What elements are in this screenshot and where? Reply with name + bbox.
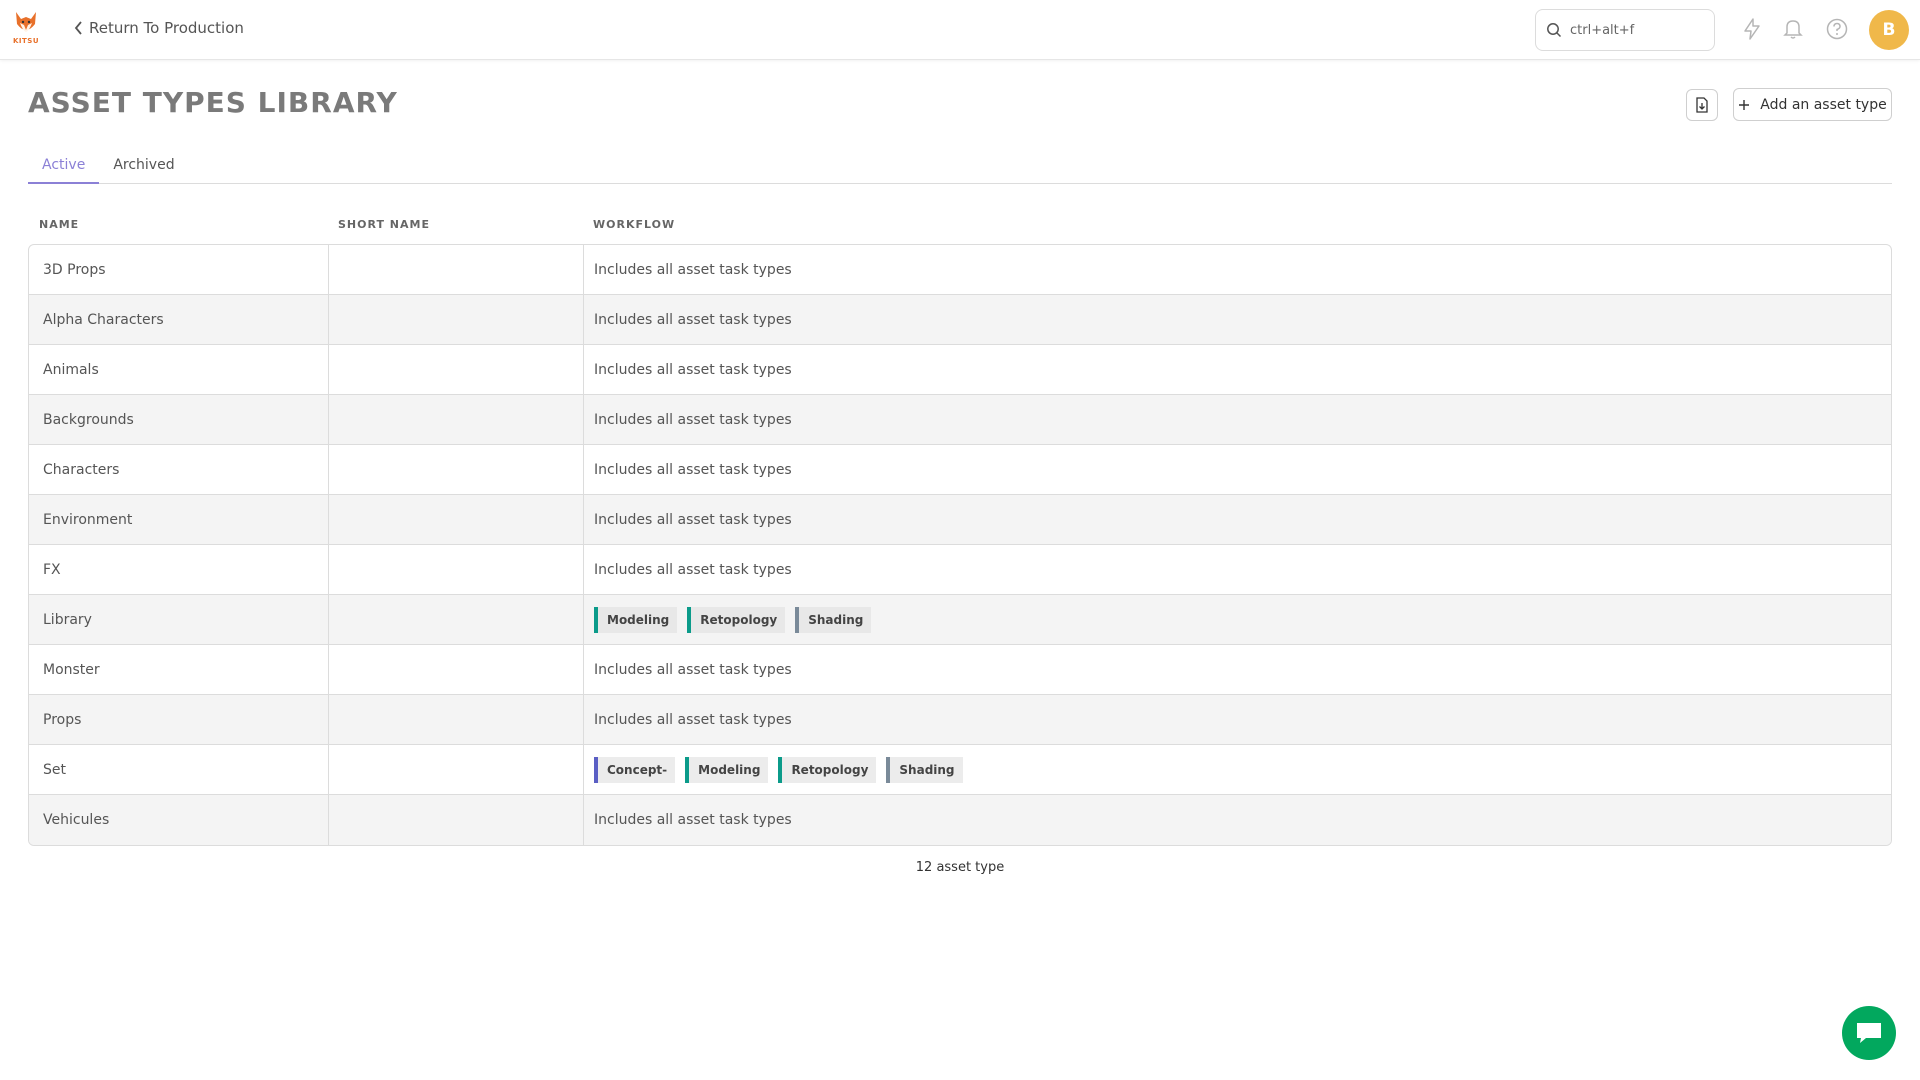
- column-header-short-name[interactable]: SHORT NAME: [338, 218, 430, 231]
- asset-type-workflow: Includes all asset task types: [584, 295, 1891, 344]
- asset-type-short-name: [329, 545, 584, 594]
- workflow-text: Includes all asset task types: [594, 361, 792, 378]
- chat-icon: [1857, 1023, 1881, 1043]
- workflow-text: Includes all asset task types: [594, 461, 792, 478]
- column-header-name[interactable]: NAME: [39, 218, 79, 231]
- global-search[interactable]: [1535, 9, 1715, 51]
- asset-type-short-name: [329, 645, 584, 694]
- asset-type-short-name: [329, 745, 584, 794]
- asset-type-name: Animals: [29, 345, 329, 394]
- task-type-chip: Retopology: [687, 606, 786, 633]
- plus-icon: [1739, 99, 1750, 110]
- table-row[interactable]: Monster Includes all asset task types: [29, 645, 1891, 695]
- asset-type-name: Backgrounds: [29, 395, 329, 444]
- table-row[interactable]: Library Modeling Retopology Shading: [29, 595, 1891, 645]
- notifications-bell-icon[interactable]: [1780, 16, 1806, 42]
- search-input[interactable]: [1570, 22, 1700, 38]
- asset-type-workflow: Includes all asset task types: [584, 445, 1891, 494]
- table-row[interactable]: FX Includes all asset task types: [29, 545, 1891, 595]
- top-bar: KITSU Return To Production B: [0, 0, 1920, 60]
- add-asset-type-label: Add an asset type: [1760, 96, 1887, 113]
- table-row[interactable]: Set Concept- Modeling Retopology Shading: [29, 745, 1891, 795]
- asset-type-name: 3D Props: [29, 245, 329, 294]
- chevron-left-icon: [74, 21, 82, 35]
- workflow-text: Includes all asset task types: [594, 812, 792, 828]
- table-row[interactable]: Environment Includes all asset task types: [29, 495, 1891, 545]
- workflow-text: Includes all asset task types: [594, 561, 792, 578]
- logo-text: KITSU: [12, 37, 40, 45]
- task-type-chip: Shading: [886, 756, 963, 783]
- asset-type-name: FX: [29, 545, 329, 594]
- asset-type-short-name: [329, 245, 584, 294]
- workflow-text: Includes all asset task types: [594, 261, 792, 278]
- export-button[interactable]: [1686, 89, 1718, 121]
- asset-type-short-name: [329, 495, 584, 544]
- asset-type-short-name: [329, 395, 584, 444]
- asset-type-workflow: Modeling Retopology Shading: [584, 595, 1891, 644]
- help-icon[interactable]: [1824, 16, 1850, 42]
- task-type-chip: Modeling: [685, 756, 769, 783]
- workflow-text: Includes all asset task types: [594, 311, 792, 328]
- table-row[interactable]: Props Includes all asset task types: [29, 695, 1891, 745]
- table-row[interactable]: Animals Includes all asset task types: [29, 345, 1891, 395]
- asset-type-short-name: [329, 295, 584, 344]
- table-row[interactable]: Alpha Characters Includes all asset task …: [29, 295, 1891, 345]
- workflow-text: Includes all asset task types: [594, 511, 792, 528]
- asset-type-workflow: Includes all asset task types: [584, 495, 1891, 544]
- asset-type-name: Set: [29, 745, 329, 794]
- tab-archived[interactable]: Archived: [99, 152, 188, 184]
- asset-type-workflow: Includes all asset task types: [584, 545, 1891, 594]
- task-type-chip: Shading: [795, 606, 872, 633]
- add-asset-type-button[interactable]: Add an asset type: [1733, 88, 1892, 121]
- asset-type-short-name: [329, 445, 584, 494]
- task-type-chip: Modeling: [594, 606, 678, 633]
- asset-type-name: Environment: [29, 495, 329, 544]
- asset-type-short-name: [329, 795, 584, 845]
- asset-type-name: Characters: [29, 445, 329, 494]
- asset-type-short-name: [329, 345, 584, 394]
- asset-type-name: Props: [29, 695, 329, 744]
- column-header-workflow[interactable]: WORKFLOW: [593, 218, 675, 231]
- asset-type-name: Monster: [29, 645, 329, 694]
- asset-type-count: 12 asset type: [915, 860, 1005, 875]
- task-type-chip: Retopology: [778, 756, 877, 783]
- fox-logo-icon: [16, 12, 36, 32]
- chat-button[interactable]: [1842, 1006, 1896, 1060]
- kitsu-logo[interactable]: KITSU: [12, 10, 40, 50]
- return-to-production-link[interactable]: Return To Production: [74, 19, 244, 37]
- tabs: Active Archived: [28, 152, 1892, 184]
- download-file-icon: [1696, 97, 1708, 113]
- table-row[interactable]: Vehicules Includes all asset task types: [29, 795, 1891, 845]
- workflow-text: Includes all asset task types: [594, 661, 792, 678]
- table-row[interactable]: Backgrounds Includes all asset task types: [29, 395, 1891, 445]
- asset-type-workflow: Includes all asset task types: [584, 395, 1891, 444]
- asset-type-workflow: Includes all asset task types: [584, 345, 1891, 394]
- asset-type-workflow: Includes all asset task types: [584, 645, 1891, 694]
- asset-type-short-name: [329, 695, 584, 744]
- tab-active[interactable]: Active: [28, 152, 100, 184]
- asset-type-workflow: Includes all asset task types: [584, 245, 1891, 294]
- table-row[interactable]: 3D Props Includes all asset task types: [29, 245, 1891, 295]
- workflow-text: Includes all asset task types: [594, 711, 792, 728]
- task-type-chip: Concept-: [594, 756, 676, 783]
- asset-type-name: Vehicules: [29, 795, 329, 845]
- return-to-production-label: Return To Production: [89, 19, 244, 37]
- workflow-text: Includes all asset task types: [594, 411, 792, 428]
- user-avatar[interactable]: B: [1869, 10, 1909, 50]
- asset-type-name: Alpha Characters: [29, 295, 329, 344]
- asset-type-workflow: Includes all asset task types: [584, 795, 1891, 845]
- table-row[interactable]: Characters Includes all asset task types: [29, 445, 1891, 495]
- asset-type-workflow: Includes all asset task types: [584, 695, 1891, 744]
- page-title: ASSET TYPES LIBRARY: [28, 86, 398, 119]
- asset-type-workflow: Concept- Modeling Retopology Shading: [584, 745, 1891, 794]
- news-lightning-icon[interactable]: [1739, 16, 1765, 42]
- search-icon: [1547, 23, 1562, 38]
- asset-type-name: Library: [29, 595, 329, 644]
- asset-type-short-name: [329, 595, 584, 644]
- asset-types-table: 3D Props Includes all asset task types Alp…: [28, 244, 1892, 846]
